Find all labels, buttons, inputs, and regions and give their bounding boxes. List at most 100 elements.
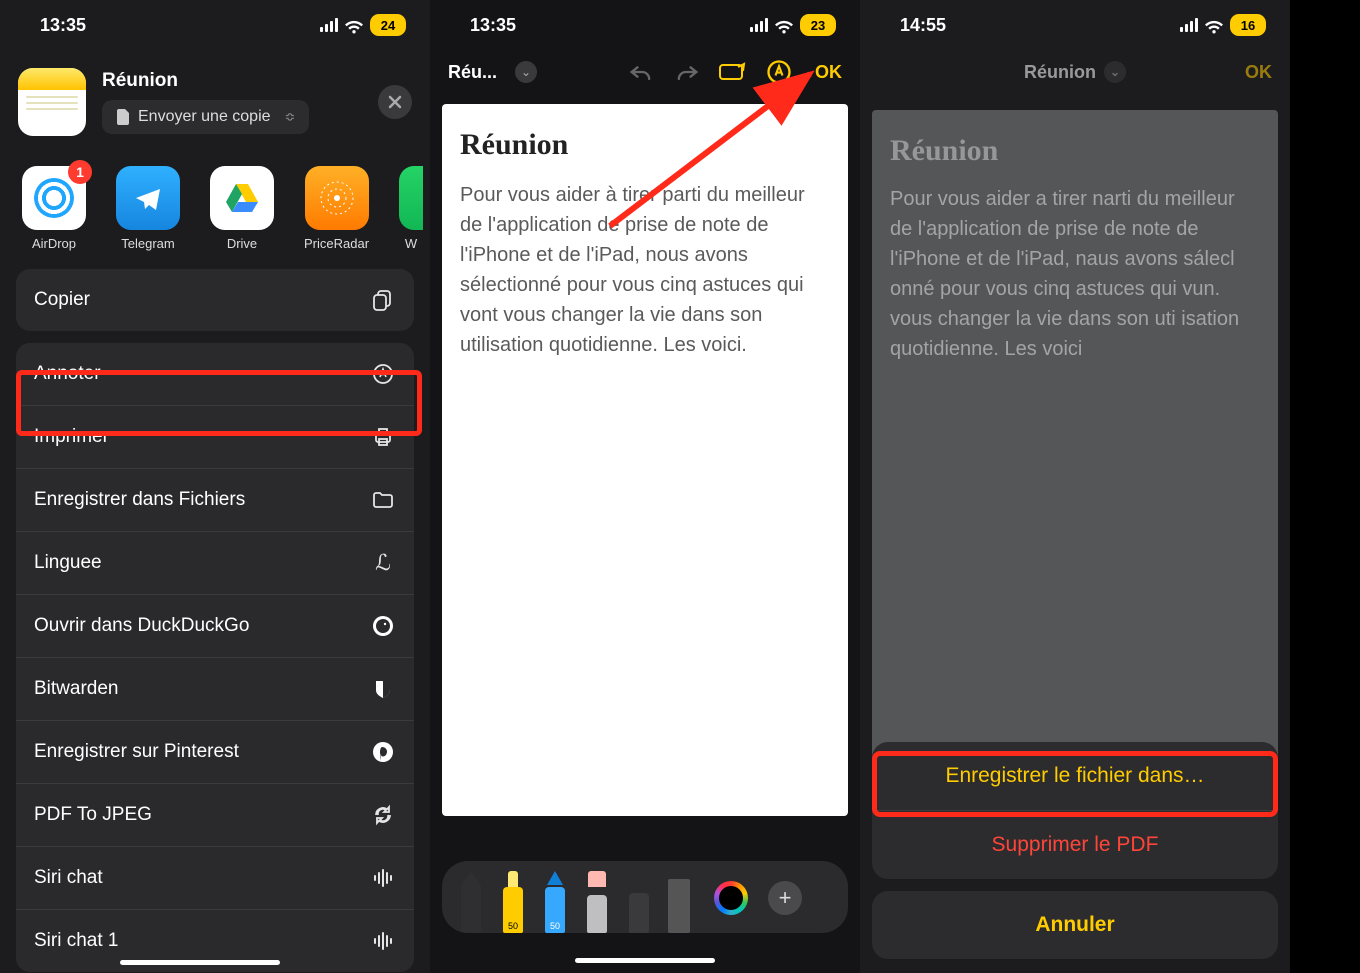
action-label: Copier xyxy=(34,289,90,311)
scroll-indicator xyxy=(120,960,280,965)
action-label: Linguee xyxy=(34,552,102,574)
share-app-label: AirDrop xyxy=(32,236,76,251)
tool-pen[interactable] xyxy=(458,871,484,933)
share-app-row[interactable]: 1 AirDrop Telegram Drive PriceRadar W xyxy=(0,146,430,261)
action-annoter[interactable]: Annoter xyxy=(16,343,414,405)
markup-toolbar: Réunion ⌄ OK xyxy=(860,50,1290,94)
share-app-airdrop[interactable]: 1 AirDrop xyxy=(22,166,86,251)
notes-app-icon xyxy=(18,68,86,136)
printer-icon xyxy=(370,424,396,450)
action-copy[interactable]: Copier xyxy=(16,269,414,331)
priceradar-icon xyxy=(305,166,369,230)
airdrop-icon xyxy=(34,178,74,218)
toolbar-title[interactable]: Réunion xyxy=(1024,62,1096,83)
redo-button[interactable] xyxy=(673,58,701,86)
sheet-cancel[interactable]: Annuler xyxy=(872,891,1278,959)
battery-icon: 16 xyxy=(1230,14,1266,36)
add-tool-button[interactable]: + xyxy=(768,881,802,915)
sheet-delete-pdf[interactable]: Supprimer le PDF xyxy=(872,810,1278,879)
chevron-down-icon[interactable]: ⌄ xyxy=(515,61,537,83)
drive-icon xyxy=(210,166,274,230)
share-title: Réunion xyxy=(102,70,362,92)
whatsapp-icon xyxy=(399,166,423,230)
home-indicator xyxy=(575,958,715,963)
doc-title: Réunion xyxy=(890,134,1260,168)
status-bar: 13:35 24 xyxy=(0,0,430,50)
share-app-priceradar[interactable]: PriceRadar xyxy=(304,166,369,251)
markup-toggle-button[interactable] xyxy=(765,58,793,86)
action-pdfjpeg[interactable]: PDF To JPEG xyxy=(16,783,414,846)
waveform-icon xyxy=(370,928,396,954)
doc-body: Pour vous aider à tirer parti du meilleu… xyxy=(460,180,830,360)
tool-ruler[interactable] xyxy=(668,871,690,933)
chevron-down-icon[interactable]: ⌄ xyxy=(1104,61,1126,83)
battery-icon: 23 xyxy=(800,14,836,36)
action-label: Siri chat xyxy=(34,867,103,889)
pinterest-icon xyxy=(370,739,396,765)
status-right: 16 xyxy=(1180,14,1266,36)
status-time: 14:55 xyxy=(900,15,946,36)
action-label: Ouvrir dans DuckDuckGo xyxy=(34,615,249,637)
close-button[interactable] xyxy=(378,85,412,119)
share-header: Réunion Envoyer une copie ≎ xyxy=(0,50,430,146)
share-app-label: W xyxy=(405,236,417,251)
undo-button[interactable] xyxy=(627,58,655,86)
share-app-telegram[interactable]: Telegram xyxy=(116,166,180,251)
action-imprimer[interactable]: Imprimer xyxy=(16,405,414,468)
tool-eraser[interactable] xyxy=(584,871,610,933)
status-right: 23 xyxy=(750,14,836,36)
share-app-whatsapp[interactable]: W xyxy=(399,166,423,251)
markup-icon xyxy=(370,361,396,387)
action-sheet: Enregistrer le fichier dans… Supprimer l… xyxy=(872,742,1278,959)
duckduckgo-icon xyxy=(370,613,396,639)
close-icon xyxy=(388,95,402,109)
chevron-updown-icon: ≎ xyxy=(285,109,296,125)
action-label: Enregistrer dans Fichiers xyxy=(34,489,245,511)
status-bar: 14:55 16 xyxy=(860,0,1290,50)
autoshape-button[interactable] xyxy=(719,58,747,86)
color-picker-button[interactable] xyxy=(714,881,748,915)
action-label: Enregistrer sur Pinterest xyxy=(34,741,239,763)
share-app-label: Drive xyxy=(227,236,257,251)
battery-icon: 24 xyxy=(370,14,406,36)
action-label: Bitwarden xyxy=(34,678,119,700)
done-button[interactable]: OK xyxy=(1245,62,1272,83)
action-label: Siri chat 1 xyxy=(34,930,118,952)
cellular-icon xyxy=(320,18,338,32)
status-time: 13:35 xyxy=(470,15,516,36)
refresh-icon xyxy=(370,802,396,828)
action-list: Annoter Imprimer Enregistrer dans Fichie… xyxy=(16,343,414,972)
share-app-drive[interactable]: Drive xyxy=(210,166,274,251)
action-save-files[interactable]: Enregistrer dans Fichiers xyxy=(16,468,414,531)
phone-share-sheet: 13:35 24 Réunion Envoyer une copie ≎ xyxy=(0,0,430,973)
telegram-icon xyxy=(116,166,180,230)
status-bar: 13:35 23 xyxy=(430,0,860,50)
folder-icon xyxy=(370,487,396,513)
wifi-icon xyxy=(344,18,364,32)
cellular-icon xyxy=(750,18,768,32)
done-button[interactable]: OK xyxy=(815,62,842,83)
tool-marker[interactable]: 50 xyxy=(500,871,526,933)
bitwarden-icon xyxy=(370,676,396,702)
action-bitwarden[interactable]: Bitwarden xyxy=(16,657,414,720)
linguee-icon: ℒ xyxy=(370,550,396,576)
action-label: Annoter xyxy=(34,363,101,385)
doc-body: Pour vous aider a tirer narti du meilleu… xyxy=(890,184,1260,364)
airdrop-badge: 1 xyxy=(68,160,92,184)
action-sirichat[interactable]: Siri chat xyxy=(16,846,414,909)
markup-toolbar: Réu... ⌄ OK xyxy=(430,50,860,94)
tool-lasso[interactable] xyxy=(626,871,652,933)
sheet-save-file[interactable]: Enregistrer le fichier dans… xyxy=(872,742,1278,810)
wifi-icon xyxy=(774,18,794,32)
document-page[interactable]: Réunion Pour vous aider à tirer parti du… xyxy=(442,104,848,816)
send-copy-selector[interactable]: Envoyer une copie ≎ xyxy=(102,100,309,134)
copy-icon xyxy=(370,287,396,313)
wifi-icon xyxy=(1204,18,1224,32)
cellular-icon xyxy=(1180,18,1198,32)
action-linguee[interactable]: Linguee ℒ xyxy=(16,531,414,594)
send-copy-label: Envoyer une copie xyxy=(138,108,271,126)
tool-pencil[interactable]: 50 xyxy=(542,871,568,933)
toolbar-title[interactable]: Réu... xyxy=(448,62,497,83)
action-pinterest[interactable]: Enregistrer sur Pinterest xyxy=(16,720,414,783)
action-duckduckgo[interactable]: Ouvrir dans DuckDuckGo xyxy=(16,594,414,657)
